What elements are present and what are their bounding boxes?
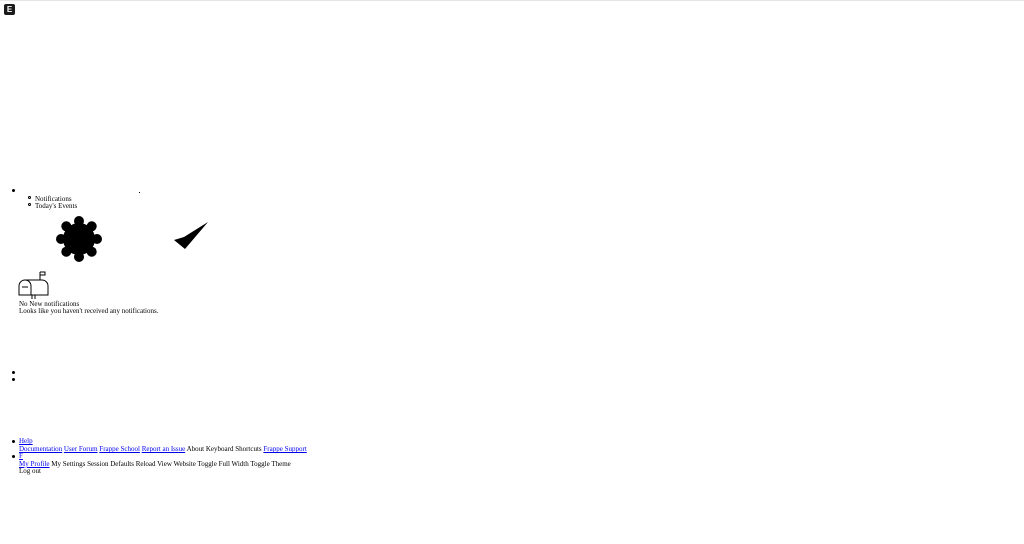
gear-icon[interactable]: [56, 216, 102, 262]
user-item-view-website[interactable]: View Website: [157, 460, 196, 468]
logout-item[interactable]: Log out: [19, 467, 41, 475]
avatar[interactable]: F: [19, 452, 23, 460]
help-item-user-forum[interactable]: User Forum: [64, 445, 98, 453]
tab-bullet: [28, 203, 31, 206]
nav-list-bullet: [12, 371, 15, 374]
user-list-bullet: [12, 455, 15, 458]
help-item-report-issue[interactable]: Report an Issue: [142, 445, 186, 453]
tab-bullet: [28, 196, 31, 199]
help-item-keyboard-shortcuts[interactable]: Keyboard Shortcuts: [206, 445, 262, 453]
help-menu-items: Documentation User Forum Frappe School R…: [19, 445, 307, 453]
app-logo[interactable]: E: [4, 4, 15, 15]
notifications-list-bullet: [12, 189, 15, 192]
notifications-indicator-dot: [139, 192, 140, 193]
logo-letter: E: [6, 4, 13, 14]
mailbox-icon: [18, 271, 49, 299]
user-item-toggle-full-width[interactable]: Toggle Full Width: [198, 460, 249, 468]
help-list-bullet: [12, 440, 15, 443]
empty-state-subtitle: Looks like you haven't received any noti…: [19, 307, 159, 315]
user-item-session-defaults[interactable]: Session Defaults: [87, 460, 134, 468]
user-item-my-settings[interactable]: My Settings: [51, 460, 85, 468]
tab-todays-events[interactable]: Today's Events: [35, 202, 77, 210]
user-menu-items: My Profile My Settings Session Defaults …: [19, 460, 291, 468]
top-border: [0, 0, 1024, 1]
help-item-frappe-school[interactable]: Frappe School: [99, 445, 140, 453]
help-item-about[interactable]: About: [187, 445, 205, 453]
help-item-documentation[interactable]: Documentation: [19, 445, 62, 453]
help-menu-toggle[interactable]: Help: [19, 437, 33, 445]
user-item-reload[interactable]: Reload: [136, 460, 156, 468]
help-item-frappe-support[interactable]: Frappe Support: [263, 445, 306, 453]
user-item-toggle-theme[interactable]: Toggle Theme: [250, 460, 290, 468]
nav-list-bullet: [12, 378, 15, 381]
checkmark-icon[interactable]: [174, 222, 208, 250]
